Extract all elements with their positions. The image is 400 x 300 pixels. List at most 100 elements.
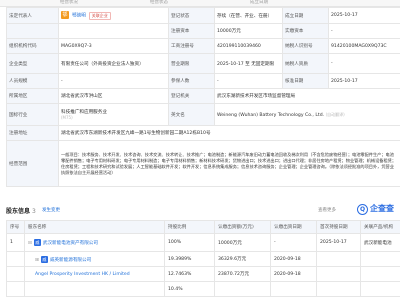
en-name-value: Weineng (Wuhan) Battery Technology Co., … — [217, 112, 325, 118]
established-label: 成立日期 — [282, 7, 329, 24]
table-header-row: 序号 股东名称 持股比例 认缴出资额(万元) 认缴出资日期 首次持股日期 关联产… — [6, 220, 400, 234]
scope-value: 一般项目：技术服务、技术开发、技术咨询、技术交流、技术转让、技术推广；电池制造；… — [58, 140, 400, 187]
expand-icon[interactable]: ⊟ — [28, 241, 32, 246]
registration-info-table: 法定代表人 鄂鄂晓明 关联企业 登记状态 存续（在营、开业、在册） 成立日期 20… — [6, 7, 400, 187]
first-date: 2025-10-17 — [316, 233, 361, 252]
shareholder-name-cell — [24, 281, 165, 297]
empty-label — [6, 23, 59, 39]
en-name-note: (自动翻译) — [325, 111, 345, 117]
status-value: 存续（在营、开业、在册） — [214, 7, 283, 24]
company-logo-icon: 威 — [40, 255, 48, 263]
authority-value: 武汉东湖新技术开发区市场监督管理局 — [214, 88, 400, 104]
amount — [214, 281, 271, 297]
region-label: 所属地区 — [6, 88, 59, 104]
industry-code: (M75) — [61, 115, 73, 120]
address-label: 注册地址 — [6, 125, 59, 141]
ratio: 12.7463% — [164, 266, 215, 282]
shareholder-link[interactable]: Angel Prosperity Investment HK / Limited — [35, 272, 130, 277]
more-link[interactable]: 查看更多 — [318, 207, 336, 213]
product-cell — [360, 281, 400, 297]
reg-capital-label: 注册资本 — [168, 23, 215, 39]
first-date — [316, 251, 361, 267]
taxpayer-qual-label: 纳税人资质 — [282, 53, 329, 74]
amount: 10000万元 — [214, 233, 271, 252]
reg-capital-value: 10000万元 — [214, 23, 283, 39]
expand-icon[interactable]: ⊞ — [35, 258, 39, 263]
table-row[interactable]: 10.4% — [6, 281, 400, 297]
approval-label: 核准日期 — [282, 73, 329, 89]
first-date — [316, 281, 361, 297]
related-company-badge[interactable]: 关联企业 — [88, 11, 111, 20]
brand-logo: Q 企查查 — [357, 203, 394, 215]
en-name-cell: Weineng (Wuhan) Battery Technology Co., … — [214, 103, 400, 126]
date: - — [270, 233, 317, 252]
shareholder-link[interactable]: 威英新能源有限公司 — [50, 258, 91, 263]
empty-cell — [58, 23, 169, 39]
company-logo-icon: 威 — [33, 239, 41, 246]
org-code-label: 组织机构代码 — [6, 38, 59, 54]
biz-term-label: 营业期限 — [168, 53, 215, 74]
paid-capital-value: - — [328, 23, 400, 39]
taxpayer-value: 91420100MAG0X9Q73C — [328, 38, 400, 54]
row-no: 1 — [6, 233, 25, 252]
table-row[interactable]: ⊞ 威威英新能源有限公司 19.3989% 36329.6万元 2020-09-1… — [6, 251, 400, 267]
section-title-text: 股东信息 — [6, 208, 31, 215]
biz-reg-value: 420199110039460 — [214, 38, 283, 54]
legal-rep-label: 法定代表人 — [6, 7, 59, 24]
header-col: 成立日期 — [250, 0, 268, 5]
staff-label: 人员规模 — [6, 73, 59, 89]
date: 2020-09-18 — [270, 251, 317, 267]
legal-rep-link[interactable]: 鄂晓明 — [72, 14, 86, 19]
industry-cell: 科技推广和应用服务业 (M75) — [58, 103, 169, 126]
org-code-value: MAG0X9Q7-3 — [58, 38, 169, 54]
date — [270, 281, 317, 297]
biz-reg-label: 工商注册号 — [168, 38, 215, 54]
staff-value: - — [58, 73, 169, 89]
authority-label: 登记机关 — [168, 88, 215, 104]
col-header: 认缴出资额(万元) — [214, 220, 271, 234]
ratio: 10.4% — [164, 281, 215, 297]
product-cell — [360, 266, 400, 282]
industry-label: 国标行业 — [6, 103, 59, 126]
approval-value: 2025-10-17 — [328, 73, 400, 89]
top-header-strip: 经营状况 经营状态 成立日期 — [0, 0, 400, 7]
avatar: 鄂 — [61, 11, 69, 20]
company-info-panel: 经营状况 经营状态 成立日期 法定代表人 鄂鄂晓明 关联企业 登记状态 存续（在营… — [0, 0, 400, 300]
insured-value: - — [214, 73, 283, 89]
company-type-label: 企业类型 — [6, 53, 59, 74]
en-name-label: 英文名 — [168, 103, 215, 126]
status-label: 登记状态 — [168, 7, 215, 24]
legal-rep-cell: 鄂鄂晓明 关联企业 — [58, 7, 169, 24]
product-cell — [360, 251, 400, 267]
paid-capital-label: 实缴资本 — [282, 23, 329, 39]
region-value: 湖北省武汉市洪山区 — [58, 88, 169, 104]
table-row[interactable]: Angel Prosperity Investment HK / Limited… — [6, 266, 400, 282]
brand-name: 企查查 — [370, 204, 394, 213]
col-header: 持股比例 — [164, 220, 215, 234]
change-note-link[interactable]: 发生变更 — [42, 207, 60, 213]
ratio: 100% — [164, 233, 215, 252]
scope-label: 经营范围 — [6, 140, 59, 187]
shareholder-link[interactable]: 武汉新能电池资产有限公司 — [43, 241, 98, 246]
shareholder-section-title: 股东信息 3 — [6, 206, 36, 215]
first-date — [316, 266, 361, 282]
shareholder-name-cell: ⊟ 威武汉新能电池资产有限公司 — [24, 233, 165, 252]
product-link[interactable]: 武汉新能电池 — [360, 233, 400, 252]
shareholder-count: 3 — [32, 208, 36, 215]
insured-label: 参保人数 — [168, 73, 215, 89]
col-header: 股东名称 — [24, 220, 165, 234]
ratio: 19.3989% — [164, 251, 215, 267]
col-header: 关联产品/机构 — [360, 220, 400, 234]
taxpayer-qual-value: - — [328, 53, 400, 74]
amount: 23870.72万元 — [214, 266, 271, 282]
header-col: 经营状态 — [150, 0, 168, 5]
shareholder-table: 序号 股东名称 持股比例 认缴出资额(万元) 认缴出资日期 首次持股日期 关联产… — [6, 220, 400, 297]
taxpayer-label: 纳税人识别号 — [282, 38, 329, 54]
table-row[interactable]: 1 ⊟ 威武汉新能电池资产有限公司 100% 10000万元 - 2025-10-… — [6, 233, 400, 252]
row-no — [6, 266, 25, 282]
row-no — [6, 281, 25, 297]
established-value: 2025-10-17 — [328, 7, 400, 24]
col-header: 序号 — [6, 220, 25, 234]
address-value: 湖北省武汉市东湖新技术开发区九峰一路1号生物创新园二期A12栋B10号 — [58, 125, 400, 141]
brand-mark-icon: Q — [357, 204, 368, 215]
